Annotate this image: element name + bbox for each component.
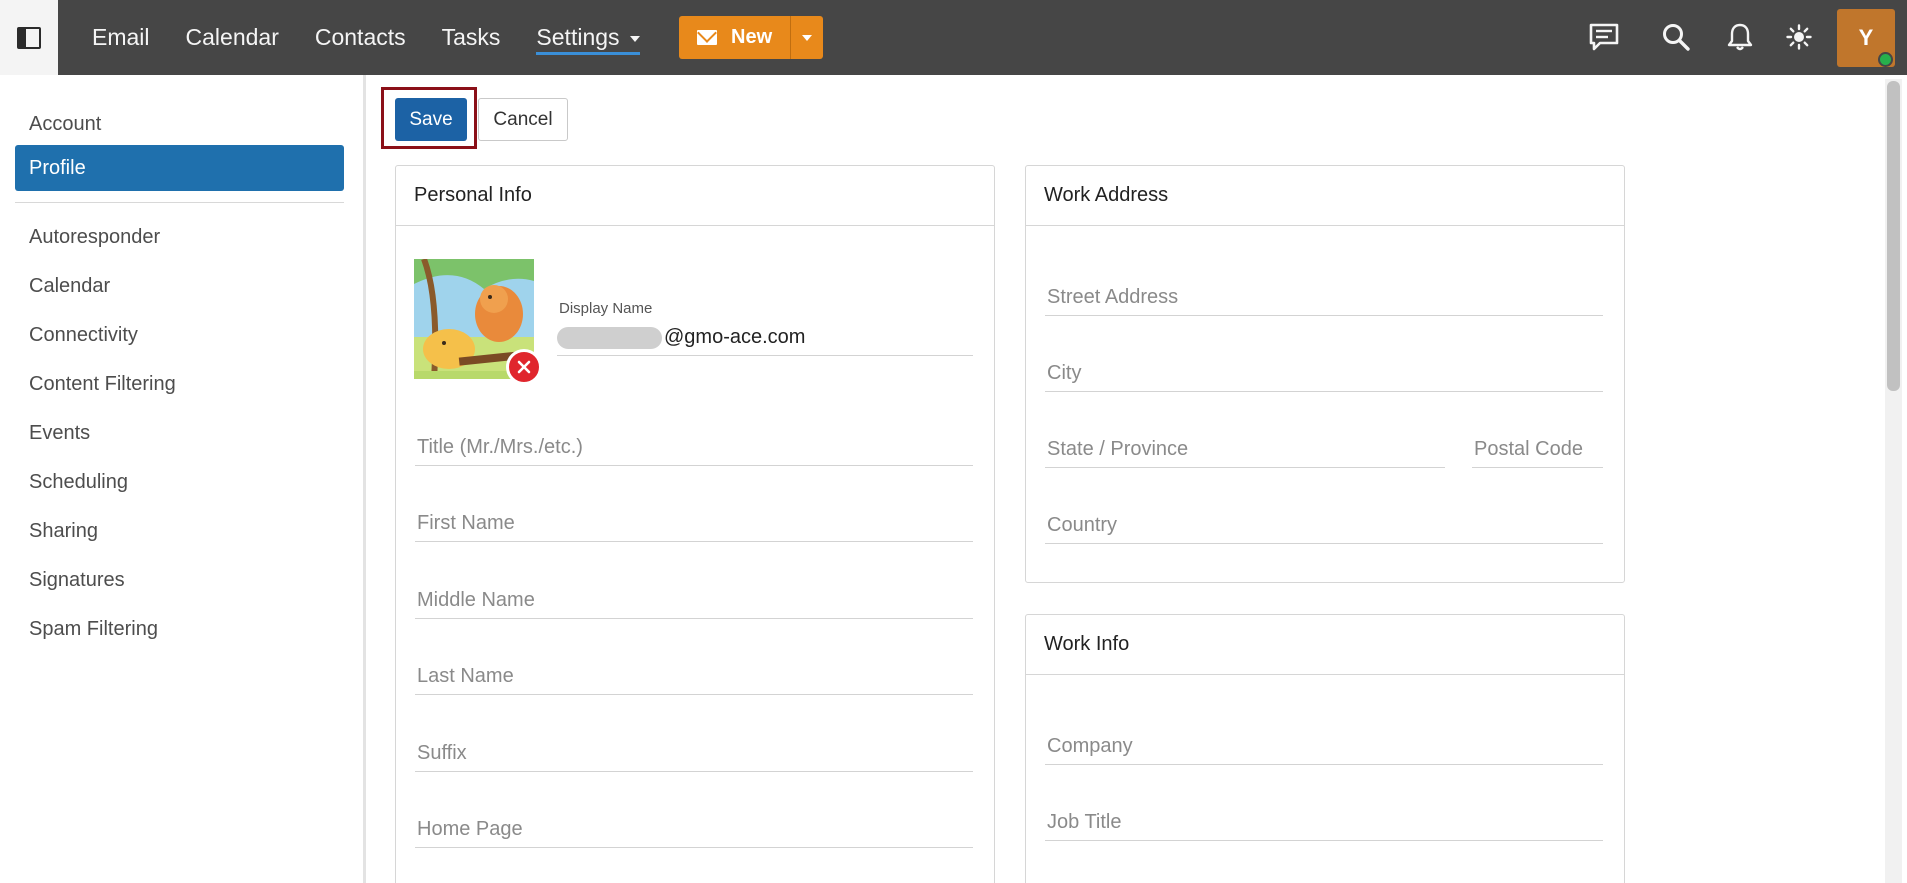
home-page-field[interactable] [415,812,973,848]
middle-name-input[interactable] [415,589,973,612]
nav-email[interactable]: Email [92,24,150,51]
search-button[interactable] [1659,20,1693,54]
city-field[interactable] [1045,356,1603,392]
street-address-field[interactable] [1045,280,1603,316]
company-field[interactable] [1045,729,1603,765]
content-scrollbar[interactable] [1885,79,1902,883]
save-button[interactable]: Save [395,98,467,141]
presence-status-dot [1878,52,1893,67]
sidebar-item-connectivity[interactable]: Connectivity [15,312,344,358]
state-province-field[interactable] [1045,432,1445,468]
chat-icon [1589,23,1619,51]
job-title-input[interactable] [1045,811,1603,834]
toggle-sidebar-button[interactable] [0,0,58,75]
last-name-field[interactable] [415,659,973,695]
new-button-group: New [679,16,824,59]
sidebar-item-account[interactable]: Account [15,101,344,147]
work-info-title: Work Info [1026,615,1624,675]
bell-icon [1727,23,1753,51]
city-input[interactable] [1045,362,1603,385]
middle-name-field[interactable] [415,583,973,619]
suffix-input[interactable] [415,742,973,765]
display-name-value: @gmo-ace.com [664,326,806,348]
suffix-field[interactable] [415,736,973,772]
job-title-field[interactable] [1045,805,1603,841]
sidebar-item-profile[interactable]: Profile [15,145,344,191]
street-address-input[interactable] [1045,286,1603,309]
title-input[interactable] [415,436,973,459]
sidebar-item-sharing[interactable]: Sharing [15,508,344,554]
theme-toggle-button[interactable] [1782,20,1816,54]
new-button[interactable]: New [679,16,791,59]
main-nav: Email Calendar Contacts Tasks Settings [92,0,676,75]
top-bar: Email Calendar Contacts Tasks Settings N… [0,0,1907,75]
chat-button[interactable] [1587,20,1621,54]
sidebar-item-signatures[interactable]: Signatures [15,557,344,603]
sidebar-item-spam-filtering[interactable]: Spam Filtering [15,606,344,652]
last-name-input[interactable] [415,665,973,688]
nav-settings-label: Settings [536,24,620,50]
country-field[interactable] [1045,508,1603,544]
redacted-name [557,326,662,349]
sidebar-item-content-filtering[interactable]: Content Filtering [15,361,344,407]
display-name-label: Display Name [559,300,653,317]
sidebar-panel-icon [17,26,41,49]
company-input[interactable] [1045,735,1603,758]
work-address-title: Work Address [1026,166,1624,226]
scrollbar-thumb[interactable] [1887,81,1900,391]
brightness-icon [1786,24,1812,50]
settings-sidebar: Account Profile Autoresponder Calendar C… [0,75,366,883]
nav-settings[interactable]: Settings [536,24,640,55]
nav-calendar[interactable]: Calendar [186,24,279,51]
remove-photo-button[interactable] [506,349,542,385]
search-icon [1663,24,1690,51]
first-name-field[interactable] [415,506,973,542]
chevron-down-icon [802,34,813,41]
first-name-input[interactable] [415,512,973,535]
postal-code-input[interactable] [1472,438,1603,461]
sidebar-item-calendar[interactable]: Calendar [15,263,344,309]
sidebar-item-autoresponder[interactable]: Autoresponder [15,214,344,260]
nav-contacts[interactable]: Contacts [315,24,406,51]
chevron-down-icon [629,36,640,42]
new-button-label: New [731,26,773,48]
postal-code-field[interactable] [1472,432,1603,468]
sidebar-divider [15,202,344,203]
new-dropdown-button[interactable] [790,16,824,59]
close-icon [517,360,531,374]
cancel-button[interactable]: Cancel [478,98,568,141]
notifications-button[interactable] [1723,20,1757,54]
display-name-field[interactable]: @gmo-ace.com [557,320,973,356]
home-page-input[interactable] [415,818,973,841]
country-input[interactable] [1045,514,1603,537]
sidebar-item-events[interactable]: Events [15,410,344,456]
personal-info-title: Personal Info [396,166,994,226]
sidebar-item-scheduling[interactable]: Scheduling [15,459,344,505]
nav-tasks[interactable]: Tasks [442,24,501,51]
title-field[interactable] [415,430,973,466]
state-province-input[interactable] [1045,438,1445,461]
envelope-icon [697,30,717,45]
